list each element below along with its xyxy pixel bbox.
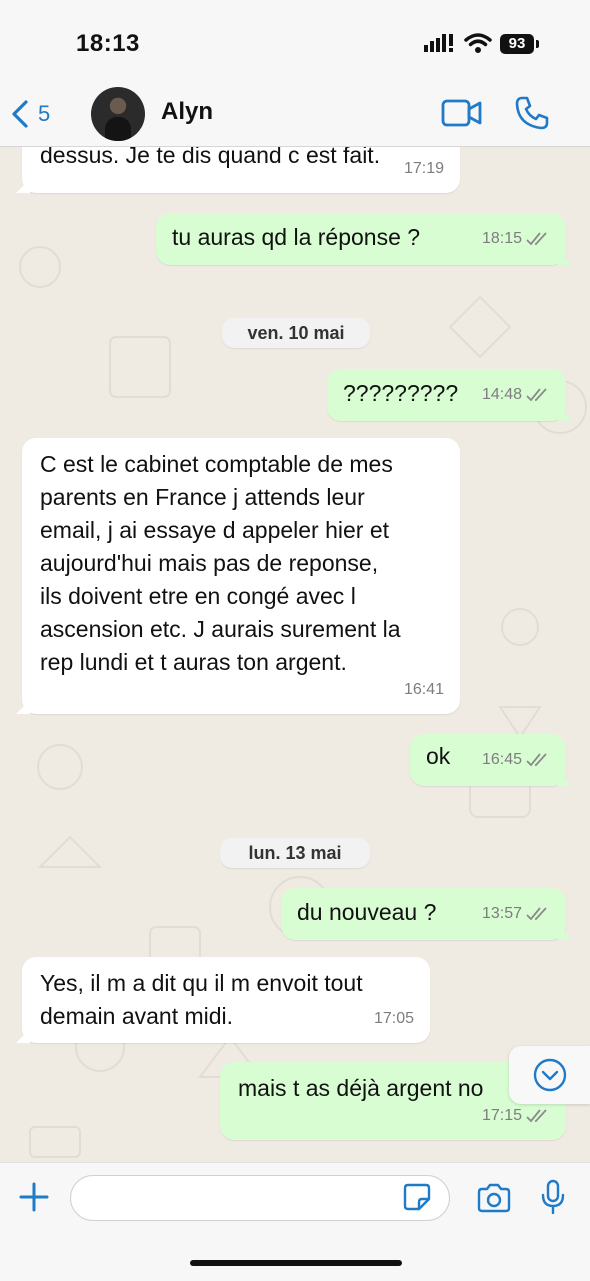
scroll-to-bottom-button[interactable] — [509, 1046, 590, 1104]
chat-header: 5 Alyn — [0, 82, 590, 147]
message-time: 17:05 — [374, 1002, 414, 1035]
message-text: C est le cabinet comptable de mes parent… — [40, 451, 401, 675]
message-text: mais t as déjà argent no — [238, 1075, 484, 1101]
timestamp: 16:45 — [481, 751, 522, 768]
date-separator: lun. 13 mai — [220, 838, 370, 868]
incoming-message[interactable]: Yes, il m a dit qu il m envoit tout dema… — [22, 957, 430, 1043]
timestamp: 14:48 — [481, 386, 522, 403]
message-text: tu auras qd la réponse ? — [172, 224, 421, 250]
double-check-icon — [526, 752, 547, 766]
incoming-message[interactable]: C est le cabinet comptable de mes parent… — [22, 438, 460, 714]
message-time: 14:48 — [482, 378, 552, 411]
wifi-icon — [464, 33, 492, 53]
chevron-left-icon — [12, 100, 28, 128]
camera-icon[interactable] — [476, 1183, 512, 1213]
message-time: 17:19 — [404, 152, 444, 185]
microphone-icon[interactable] — [540, 1179, 566, 1215]
chevron-down-circle-icon — [533, 1058, 567, 1092]
plus-icon[interactable] — [18, 1181, 50, 1213]
contact-name[interactable]: Alyn — [161, 98, 213, 126]
timestamp: 17:05 — [373, 1010, 414, 1027]
message-input-box[interactable] — [70, 1175, 450, 1221]
timestamp: 17:15 — [481, 1107, 522, 1124]
back-button[interactable]: 5 — [10, 96, 50, 132]
message-time: 18:15 — [482, 222, 552, 255]
message-text: dessus. Je te dis quand c est fait. — [40, 147, 381, 168]
home-indicator — [190, 1260, 402, 1266]
timestamp: 16:41 — [403, 681, 444, 698]
message-list[interactable]: dessus. Je te dis quand c est fait. 17:1… — [0, 147, 590, 1162]
timestamp: 13:57 — [481, 905, 522, 922]
double-check-icon — [526, 1108, 547, 1122]
sticker-icon[interactable] — [402, 1182, 432, 1212]
outgoing-message[interactable]: tu auras qd la réponse ? 18:15 — [156, 213, 566, 265]
cellular-signal-icon — [424, 34, 453, 52]
double-check-icon — [526, 387, 547, 401]
message-time: 16:45 — [482, 743, 552, 776]
outgoing-message[interactable]: ok 16:45 — [410, 734, 566, 786]
status-bar: 18:13 93 — [0, 0, 590, 82]
double-check-icon — [526, 231, 547, 245]
avatar[interactable] — [91, 87, 145, 141]
message-text: Yes, il m a dit qu il m envoit tout dema… — [40, 970, 363, 1029]
message-text: ok — [426, 743, 451, 769]
video-call-button[interactable] — [441, 98, 483, 128]
message-time: 13:57 — [482, 897, 552, 930]
phone-call-button[interactable] — [514, 95, 550, 131]
timestamp: 17:19 — [403, 160, 444, 177]
incoming-message[interactable]: dessus. Je te dis quand c est fait. 17:1… — [22, 147, 460, 193]
date-separator: ven. 10 mai — [222, 318, 370, 348]
battery-tip — [536, 40, 539, 48]
timestamp: 18:15 — [481, 230, 522, 247]
message-text: ????????? — [343, 380, 459, 406]
double-check-icon — [526, 906, 547, 920]
message-input[interactable] — [87, 1186, 401, 1211]
status-time: 18:13 — [76, 30, 140, 57]
outgoing-message[interactable]: ????????? 14:48 — [327, 369, 566, 421]
unread-count: 5 — [38, 101, 51, 126]
outgoing-message[interactable]: du nouveau ? 13:57 — [281, 888, 566, 940]
battery-indicator: 93 — [500, 34, 534, 54]
message-time: 16:41 — [404, 673, 444, 706]
message-text: du nouveau ? — [297, 899, 437, 925]
